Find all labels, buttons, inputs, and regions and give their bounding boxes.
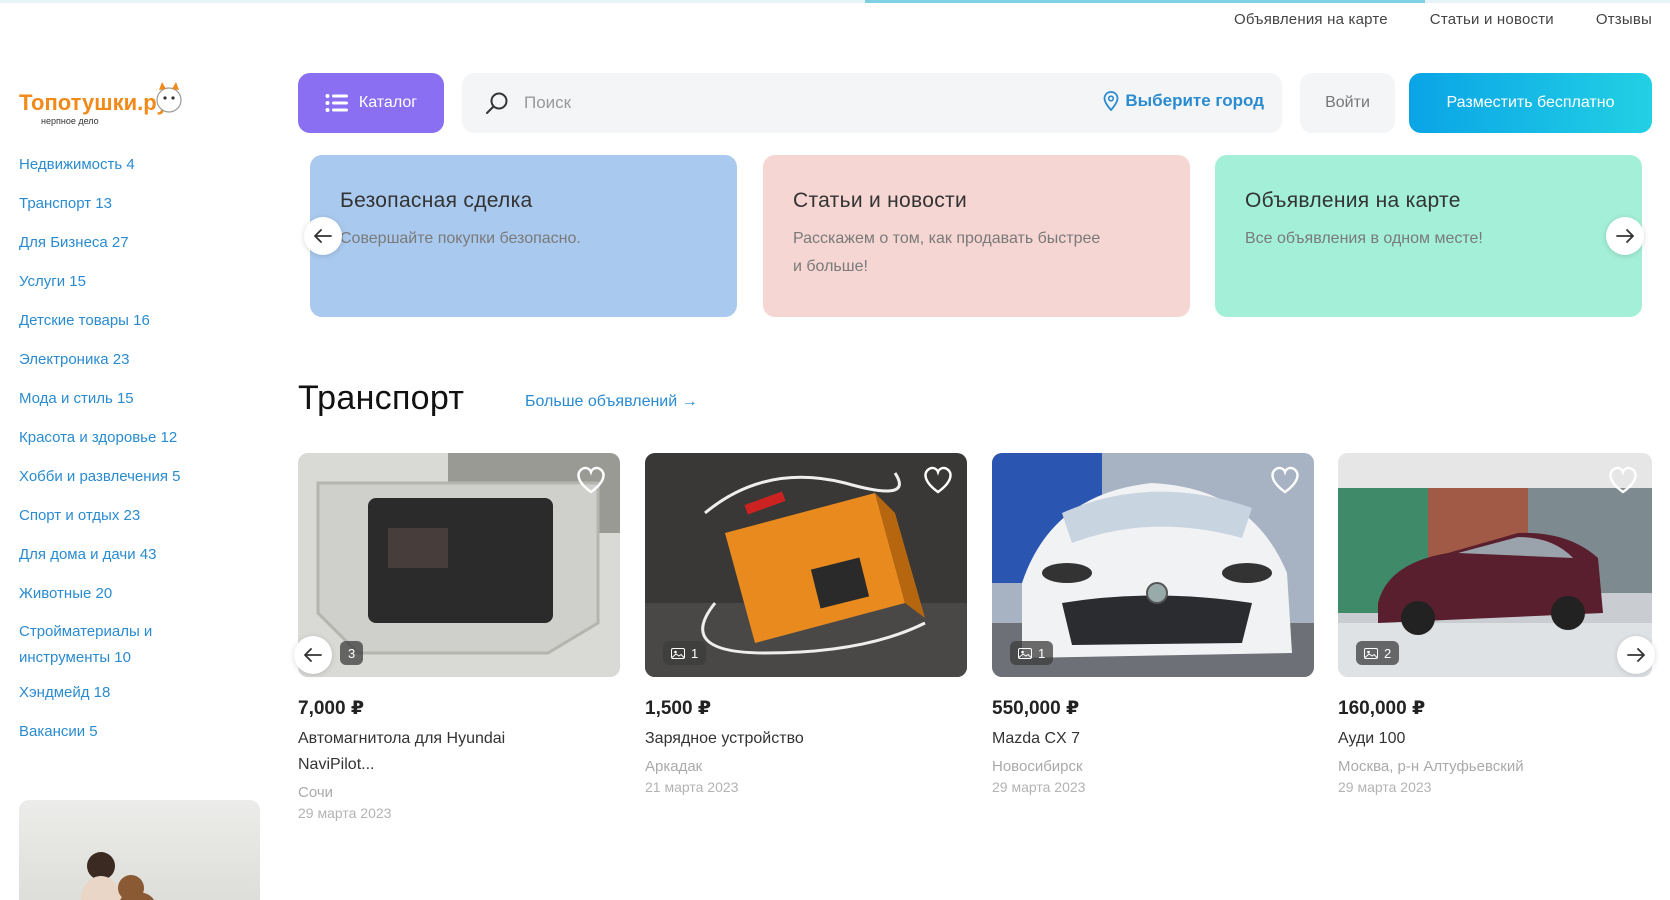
listing-location: Аркадак — [645, 758, 703, 775]
login-button[interactable]: Войти — [1300, 73, 1395, 133]
listing-price: 7,000 ₽ — [298, 698, 365, 719]
sidebar-item-beauty[interactable]: Красота и здоровье 12 — [19, 428, 259, 448]
sidebar-banner-image[interactable] — [19, 800, 260, 900]
sidebar-item-home[interactable]: Для дома и дачи 43 — [19, 545, 259, 565]
photo-count-badge: 2 — [1356, 641, 1400, 665]
favorite-heart-icon[interactable] — [921, 465, 955, 495]
top-progress-accent — [865, 0, 1425, 3]
listing-date: 29 марта 2023 — [992, 779, 1086, 795]
listing-location: Сочи — [298, 784, 334, 801]
promo-prev-button[interactable] — [304, 217, 342, 255]
search-input[interactable] — [524, 93, 1044, 113]
photo-count: 1 — [1038, 645, 1046, 661]
photo-count-badge: 1 — [663, 641, 707, 665]
sidebar-item-fashion[interactable]: Мода и стиль 15 — [19, 389, 259, 409]
promo-title: Статьи и новости — [793, 189, 967, 212]
listing-title[interactable]: Mazda CX 7 — [992, 726, 1262, 752]
promo-title: Безопасная сделка — [340, 189, 533, 212]
favorite-heart-icon[interactable] — [1606, 465, 1640, 495]
photo-count: 3 — [348, 645, 356, 661]
listings-next-button[interactable] — [1617, 636, 1655, 674]
sidebar-item-realty[interactable]: Недвижимость 4 — [19, 155, 259, 175]
post-ad-button[interactable]: Разместить бесплатно — [1409, 73, 1652, 133]
listing-price: 160,000 ₽ — [1338, 698, 1426, 719]
listing-title[interactable]: Зарядное устройство — [645, 726, 915, 752]
photo-icon — [1364, 647, 1378, 659]
listing-price: 550,000 ₽ — [992, 698, 1080, 719]
top-nav: Объявления на карте Статьи и новости Отз… — [1234, 11, 1652, 28]
catalog-label: Каталог — [358, 94, 418, 111]
search-bar: Выберите город — [462, 73, 1282, 133]
promo-safe-deal[interactable]: Безопасная сделка Совершайте покупки без… — [310, 155, 737, 317]
sidebar-item-handmade[interactable]: Хэндмейд 18 — [19, 683, 259, 703]
promo-articles[interactable]: Статьи и новости Расскажем о том, как пр… — [763, 155, 1190, 317]
listing-image[interactable]: 2 — [1338, 453, 1652, 677]
promo-map[interactable]: Объявления на карте Все объявления в одн… — [1215, 155, 1642, 317]
listing-date: 29 марта 2023 — [298, 805, 392, 821]
photo-count: 2 — [1384, 645, 1392, 661]
sidebar-item-business[interactable]: Для Бизнеса 27 — [19, 233, 259, 253]
city-label: Выберите город — [1125, 91, 1264, 110]
sidebar-item-electronics[interactable]: Электроника 23 — [19, 350, 259, 370]
location-pin-icon — [1103, 91, 1119, 111]
sidebar-item-kids[interactable]: Детские товары 16 — [19, 311, 259, 331]
photo-count-badge: 3 — [340, 641, 364, 665]
listing-image[interactable]: 1 — [992, 453, 1314, 677]
photo-icon — [671, 647, 685, 659]
listing-card[interactable]: 1 550,000 ₽ Mazda CX 7 Новосибирск 29 ма… — [992, 453, 1314, 795]
listing-card[interactable]: 1 1,500 ₽ Зарядное устройство Аркадак 21… — [645, 453, 967, 795]
top-nav-reviews-link[interactable]: Отзывы — [1596, 11, 1652, 28]
catalog-button[interactable]: Каталог — [298, 73, 444, 133]
city-selector[interactable]: Выберите город — [1103, 91, 1264, 111]
listing-price: 1,500 ₽ — [645, 698, 712, 719]
photo-icon — [1018, 647, 1032, 659]
photo-count: 1 — [691, 645, 699, 661]
promo-text: Расскажем о том, как продавать быстрее и… — [793, 230, 1101, 275]
svg-text:Топотушки.ру: Топотушки.ру — [19, 90, 169, 115]
top-nav-articles-link[interactable]: Статьи и новости — [1430, 11, 1554, 28]
listing-title[interactable]: Ауди 100 — [1338, 726, 1608, 752]
sidebar-item-jobs[interactable]: Вакансии 5 — [19, 722, 259, 742]
listing-image[interactable]: 3 — [298, 453, 620, 677]
listing-location: Новосибирск — [992, 758, 1083, 775]
top-nav-map-link[interactable]: Объявления на карте — [1234, 11, 1388, 28]
arrow-right-icon — [1627, 648, 1645, 662]
arrow-right-icon — [1616, 229, 1634, 243]
promo-title: Объявления на карте — [1245, 189, 1461, 212]
more-listings-link[interactable]: Больше объявлений → — [525, 393, 698, 411]
favorite-heart-icon[interactable] — [1268, 465, 1302, 495]
listing-title[interactable]: Автомагнитола для Hyundai NaviPilot... — [298, 726, 568, 778]
photo-count-badge: 1 — [1010, 641, 1054, 665]
promo-text: Совершайте покупки безопасно. — [340, 230, 581, 247]
listing-card[interactable]: 2 160,000 ₽ Ауди 100 Москва, р-н Алтуфье… — [1338, 453, 1660, 795]
sidebar-item-transport[interactable]: Транспорт 13 — [19, 194, 259, 214]
category-sidebar: Недвижимость 4 Транспорт 13 Для Бизнеса … — [19, 155, 259, 761]
promo-next-button[interactable] — [1606, 217, 1644, 255]
list-icon — [325, 94, 348, 112]
promo-text: Все объявления в одном месте! — [1245, 230, 1483, 247]
sidebar-item-services[interactable]: Услуги 15 — [19, 272, 259, 292]
arrow-left-icon — [304, 648, 322, 662]
listings-prev-button[interactable] — [294, 636, 332, 674]
listing-date: 21 марта 2023 — [645, 779, 739, 795]
search-icon — [486, 92, 508, 114]
arrow-left-icon — [314, 229, 332, 243]
sidebar-item-sport[interactable]: Спорт и отдых 23 — [19, 506, 259, 526]
section-title: Транспорт — [298, 379, 465, 417]
listing-location: Москва, р-н Алтуфьевский — [1338, 758, 1524, 775]
listing-image[interactable]: 1 — [645, 453, 967, 677]
svg-text:нерпное дело: нерпное дело — [41, 116, 99, 126]
sidebar-item-construction[interactable]: Стройматериалы и инструменты 10 — [19, 619, 209, 671]
favorite-heart-icon[interactable] — [574, 465, 608, 495]
sidebar-item-animals[interactable]: Животные 20 — [19, 584, 259, 604]
sidebar-item-hobby[interactable]: Хобби и развлечения 5 — [19, 467, 259, 487]
site-logo[interactable]: Топотушки.ру нерпное дело — [19, 78, 187, 128]
listing-date: 29 марта 2023 — [1338, 779, 1432, 795]
listing-card[interactable]: 3 7,000 ₽ Автомагнитола для Hyundai Navi… — [298, 453, 620, 821]
